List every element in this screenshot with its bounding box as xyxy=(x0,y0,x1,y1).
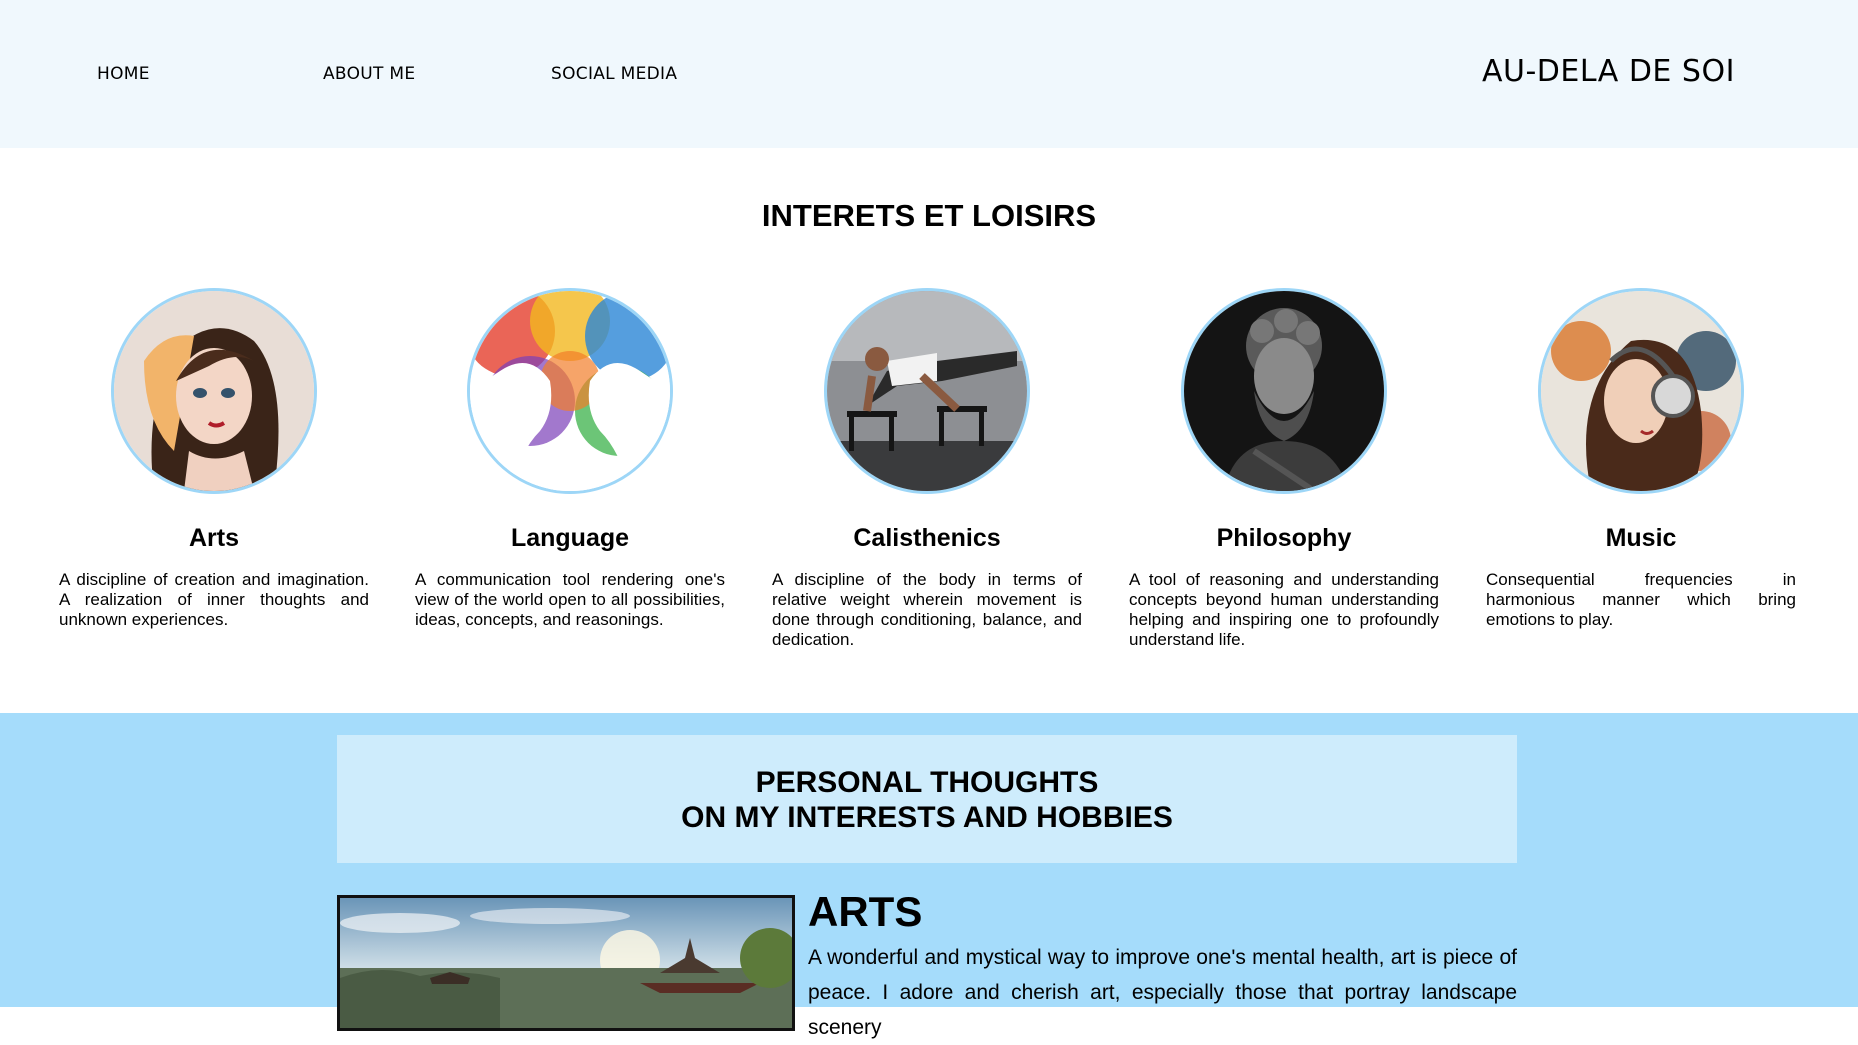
language-title: Language xyxy=(510,524,630,552)
arts-landscape-image xyxy=(337,895,795,1031)
language-image xyxy=(467,288,673,494)
nav-social-media-link[interactable]: SOCIAL MEDIA xyxy=(551,64,677,84)
arts-description: A discipline of creation and imagination… xyxy=(59,570,369,629)
personal-thoughts-header: PERSONAL THOUGHTS ON MY INTERESTS AND HO… xyxy=(337,735,1517,863)
nav-about-me-link[interactable]: ABOUT ME xyxy=(323,64,415,84)
music-description: Consequential frequencies in harmonious … xyxy=(1486,570,1796,629)
arts-section-heading: ARTS xyxy=(808,888,923,935)
music-image xyxy=(1538,288,1744,494)
arts-section-text: A wonderful and mystical way to improve … xyxy=(808,946,1517,1039)
calisthenics-description: A discipline of the body in terms of rel… xyxy=(772,570,1082,649)
arts-image xyxy=(111,288,317,494)
personal-thoughts-title: PERSONAL THOUGHTS ON MY INTERESTS AND HO… xyxy=(337,765,1517,835)
nav-home-link[interactable]: HOME xyxy=(97,64,150,84)
philosophy-title: Philosophy xyxy=(1216,524,1352,552)
personal-thoughts-title-line2: ON MY INTERESTS AND HOBBIES xyxy=(681,801,1173,834)
music-title: Music xyxy=(1605,524,1677,552)
interests-section-title: INTERETS ET LOISIRS xyxy=(761,198,1097,233)
calisthenics-title: Calisthenics xyxy=(853,524,1001,552)
arts-title: Arts xyxy=(188,524,239,552)
calisthenics-image xyxy=(824,288,1030,494)
philosophy-image xyxy=(1181,288,1387,494)
language-description: A communication tool rendering one's vie… xyxy=(415,570,725,629)
top-navigation-bar: HOME ABOUT ME SOCIAL MEDIA AU-DELA DE SO… xyxy=(0,0,1858,148)
personal-thoughts-title-line1: PERSONAL THOUGHTS xyxy=(755,766,1099,799)
philosophy-description: A tool of reasoning and understanding co… xyxy=(1129,570,1439,649)
site-brand-title: AU-DELA DE SOI xyxy=(1482,54,1735,89)
